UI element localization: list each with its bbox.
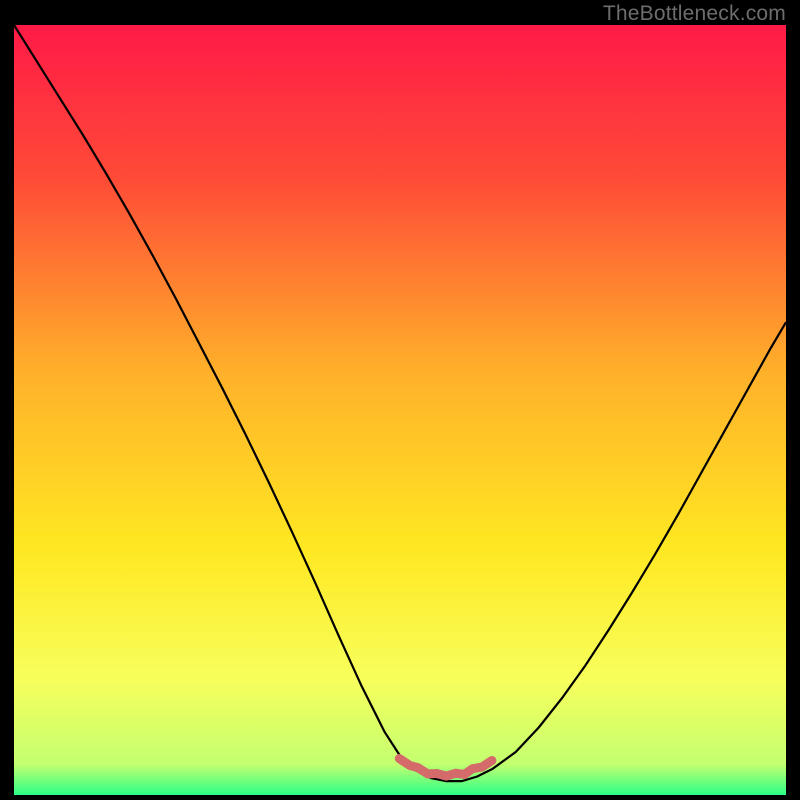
bottleneck-chart <box>14 25 786 795</box>
gradient-background <box>14 25 786 795</box>
watermark-text: TheBottleneck.com <box>603 2 786 26</box>
chart-frame <box>14 25 786 795</box>
